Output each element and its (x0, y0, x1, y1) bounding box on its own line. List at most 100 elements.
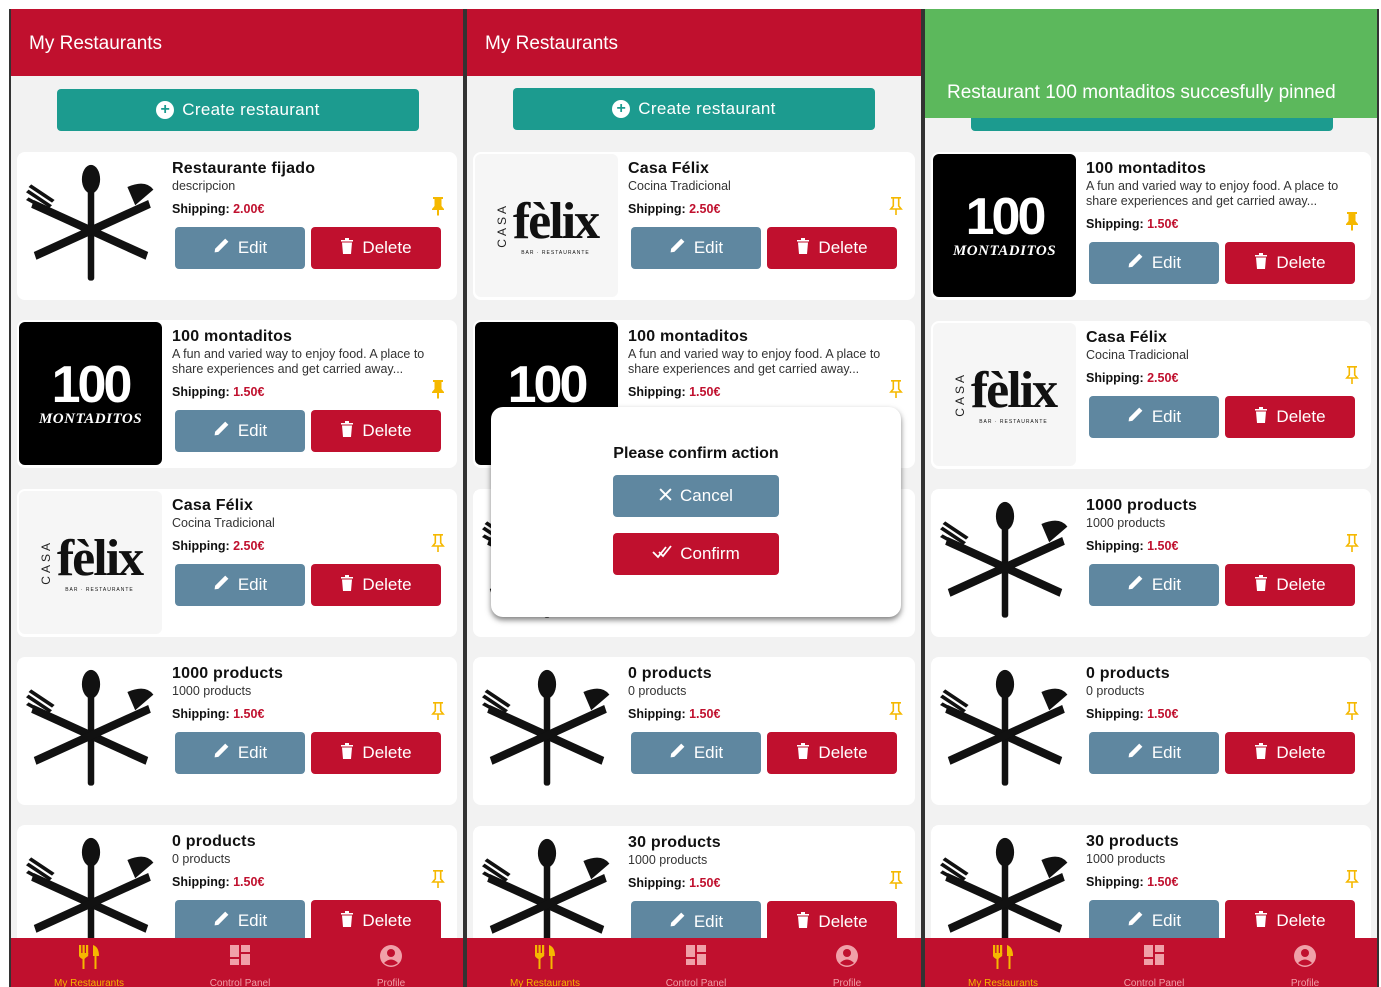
tab-label: Profile (832, 978, 862, 987)
edit-button[interactable]: Edit (175, 732, 305, 774)
delete-button[interactable]: Delete (311, 900, 441, 942)
pin-icon[interactable] (1345, 533, 1359, 553)
create-restaurant-button[interactable]: + Create restaurant (513, 88, 875, 130)
delete-button[interactable]: Delete (767, 732, 897, 774)
edit-label: Edit (1151, 743, 1182, 762)
app-header: My Restaurants (11, 9, 463, 76)
pencil-icon (1127, 574, 1144, 596)
edit-button[interactable]: Edit (175, 410, 305, 452)
logo-casa: CASA (38, 540, 53, 585)
pinned-icon[interactable] (1345, 211, 1359, 231)
pin-icon[interactable] (1345, 365, 1359, 385)
edit-label: Edit (1151, 407, 1182, 426)
page-title: My Restaurants (485, 33, 619, 54)
restaurant-card[interactable]: 0 products 0 products Shipping: 1.50€ Edit D… (931, 657, 1371, 805)
tab-control-panel[interactable]: Control Panel (621, 938, 771, 987)
edit-button[interactable]: Edit (175, 564, 305, 606)
edit-button[interactable]: Edit (631, 227, 761, 269)
edit-button[interactable]: Edit (631, 901, 761, 943)
shipping-value: 1.50€ (689, 876, 721, 890)
restaurant-card[interactable]: 1000 products 1000 products Shipping: 1.50… (17, 657, 457, 805)
pin-icon[interactable] (431, 533, 445, 553)
delete-button[interactable]: Delete (311, 732, 441, 774)
pin-icon[interactable] (1345, 869, 1359, 889)
create-restaurant-button[interactable]: + Create restaurant (57, 89, 419, 131)
restaurant-description: Cocina Tradicional (1086, 348, 1189, 362)
restaurant-logo-cutlery-icon (475, 659, 618, 802)
edit-button[interactable]: Edit (631, 732, 761, 774)
restaurant-card[interactable]: 1000 products 1000 products Shipping: 1.50… (931, 489, 1371, 637)
app-root: My Restaurants + Create restaurant Restaura… (0, 0, 1381, 987)
restaurant-name: 0 products (172, 833, 256, 850)
pin-icon[interactable] (889, 701, 903, 721)
delete-button[interactable]: Delete (1225, 900, 1355, 942)
pencil-icon (213, 910, 230, 932)
trash-icon (1254, 742, 1268, 764)
plus-circle-icon: + (612, 100, 631, 118)
tab-control-panel[interactable]: Control Panel (165, 938, 315, 987)
shipping-cost: Shipping: 1.50€ (1086, 217, 1178, 231)
shipping-value: 2.50€ (233, 539, 265, 553)
tab-control-panel[interactable]: Control Panel (1079, 938, 1229, 987)
tab-my-restaurants[interactable]: My Restaurants (14, 938, 164, 987)
restaurant-name: 1000 products (172, 665, 284, 682)
delete-button[interactable]: Delete (767, 901, 897, 943)
edit-button[interactable]: Edit (1089, 242, 1219, 284)
restaurant-card[interactable]: CASA fèlix BAR · RESTAURANTE Casa Félix Coci… (17, 489, 457, 637)
delete-button[interactable]: Delete (1225, 564, 1355, 606)
pin-icon[interactable] (889, 196, 903, 216)
pin-icon[interactable] (1345, 701, 1359, 721)
edit-button[interactable]: Edit (1089, 396, 1219, 438)
shipping-cost: Shipping: 1.50€ (628, 385, 720, 399)
edit-button[interactable]: Edit (175, 227, 305, 269)
restaurant-description: A fun and varied way to enjoy food. A pl… (172, 347, 425, 376)
delete-button[interactable]: Delete (1225, 732, 1355, 774)
logo-number: 100 (965, 188, 1047, 246)
cutlery-icon (470, 944, 620, 970)
restaurant-card[interactable]: CASA fèlix BAR · RESTAURANTE Casa Félix Coci… (931, 321, 1371, 469)
delete-button[interactable]: Delete (311, 227, 441, 269)
edit-label: Edit (237, 421, 268, 440)
delete-button[interactable]: Delete (767, 227, 897, 269)
restaurant-name: 30 products (628, 834, 721, 851)
pinned-icon[interactable] (431, 196, 445, 216)
restaurant-card[interactable]: 100MONTADITOS 100 montaditos A fun and var… (17, 320, 457, 468)
pin-icon[interactable] (889, 379, 903, 399)
user-circle-icon (772, 944, 921, 970)
tab-my-restaurants[interactable]: My Restaurants (470, 938, 620, 987)
tab-profile[interactable]: Profile (772, 938, 921, 987)
logo-subtitle: BAR · RESTAURANTE (979, 418, 1048, 425)
confirm-button[interactable]: Confirm (613, 533, 779, 575)
edit-button[interactable]: Edit (1089, 732, 1219, 774)
edit-button[interactable]: Edit (175, 900, 305, 942)
edit-button[interactable]: Edit (1089, 564, 1219, 606)
restaurant-card[interactable]: 0 products 0 products Shipping: 1.50€ Edit D… (473, 657, 915, 805)
delete-button[interactable]: Delete (1225, 242, 1355, 284)
shipping-cost: Shipping: 2.50€ (1086, 371, 1178, 385)
cancel-button[interactable]: Cancel (613, 475, 779, 517)
tab-my-restaurants[interactable]: My Restaurants (928, 938, 1078, 987)
tab-profile[interactable]: Profile (1230, 938, 1377, 987)
pin-icon[interactable] (431, 869, 445, 889)
pinned-icon[interactable] (431, 379, 445, 399)
delete-button[interactable]: Delete (311, 410, 441, 452)
restaurant-description: 1000 products (1086, 516, 1166, 530)
restaurant-name: 30 products (1086, 833, 1179, 850)
cancel-label: Cancel (680, 486, 733, 505)
grid-icon (1079, 944, 1229, 970)
delete-label: Delete (1276, 575, 1326, 594)
pin-icon[interactable] (431, 701, 445, 721)
shipping-value: 1.50€ (1147, 875, 1179, 889)
logo-casa: CASA (952, 372, 967, 417)
edit-button[interactable]: Edit (1089, 900, 1219, 942)
pin-icon[interactable] (889, 870, 903, 890)
restaurant-name: 0 products (1086, 665, 1170, 682)
restaurant-card[interactable]: CASA fèlix BAR · RESTAURANTE Casa Félix Coci… (473, 152, 915, 300)
shipping-cost: Shipping: 1.50€ (628, 707, 720, 721)
restaurant-card[interactable]: 100MONTADITOS 100 montaditos A fun and var… (931, 152, 1371, 300)
delete-button[interactable]: Delete (311, 564, 441, 606)
delete-button[interactable]: Delete (1225, 396, 1355, 438)
tab-profile[interactable]: Profile (316, 938, 463, 987)
restaurant-card[interactable]: Restaurante fijado descripcion Shipping: 2… (17, 152, 457, 300)
tab-label: Control Panel (665, 978, 727, 987)
